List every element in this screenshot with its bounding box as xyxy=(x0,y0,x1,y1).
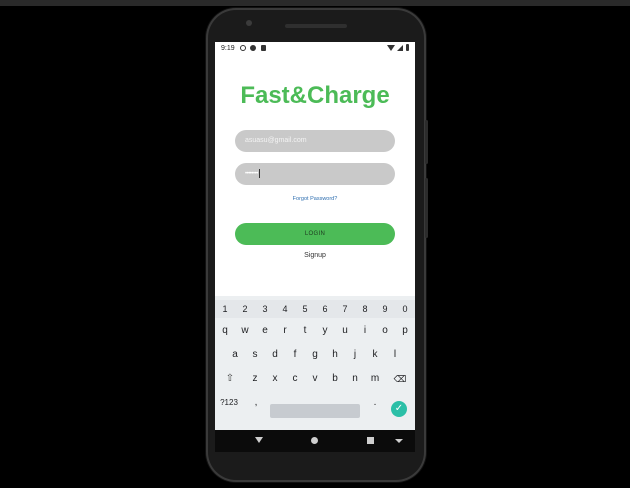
front-camera xyxy=(246,20,252,26)
soft-keyboard: 1 2 3 4 5 6 7 8 9 0 q w e r t y u i o p … xyxy=(215,296,415,430)
signup-link[interactable]: Signup xyxy=(215,252,415,259)
key-h[interactable]: h xyxy=(326,346,344,364)
keyboard-row-2: a s d f g h j k l xyxy=(215,346,415,364)
keyboard-row-4: ?123 , . ✓ xyxy=(215,394,415,418)
wifi-icon xyxy=(387,45,395,51)
power-button xyxy=(425,120,428,164)
space-bar[interactable] xyxy=(270,404,360,418)
sd-card-status-icon xyxy=(261,45,266,51)
recents-icon[interactable] xyxy=(367,437,374,444)
status-time: 9:19 xyxy=(221,45,235,52)
key-8[interactable]: 8 xyxy=(356,300,374,318)
key-x[interactable]: x xyxy=(266,370,284,388)
key-1[interactable]: 1 xyxy=(216,300,234,318)
notification-status-icon xyxy=(250,45,256,51)
password-value: •••••••• xyxy=(245,171,258,177)
phone-screen: 9:19 Fast&Charge asuasu@gmail.com ••••••… xyxy=(215,42,415,430)
window-top-strip xyxy=(0,0,630,6)
forgot-password-link[interactable]: Forgot Password? xyxy=(215,196,415,202)
key-i[interactable]: i xyxy=(356,322,374,340)
key-r[interactable]: r xyxy=(276,322,294,340)
key-p[interactable]: p xyxy=(396,322,414,340)
key-s[interactable]: s xyxy=(246,346,264,364)
password-field[interactable]: •••••••• xyxy=(235,163,395,185)
key-b[interactable]: b xyxy=(326,370,344,388)
key-j[interactable]: j xyxy=(346,346,364,364)
status-bar: 9:19 xyxy=(215,42,415,56)
keyboard-row-3: ⇧ z x c v b n m ⌫ xyxy=(215,370,415,388)
key-u[interactable]: u xyxy=(336,322,354,340)
back-icon[interactable] xyxy=(255,437,263,443)
key-6[interactable]: 6 xyxy=(316,300,334,318)
battery-icon xyxy=(406,44,409,51)
volume-button xyxy=(425,178,428,238)
key-a[interactable]: a xyxy=(226,346,244,364)
key-9[interactable]: 9 xyxy=(376,300,394,318)
key-n[interactable]: n xyxy=(346,370,364,388)
key-5[interactable]: 5 xyxy=(296,300,314,318)
key-g[interactable]: g xyxy=(306,346,324,364)
symbols-key[interactable]: ?123 xyxy=(217,394,241,412)
email-value: asuasu@gmail.com xyxy=(245,137,307,144)
text-caret xyxy=(258,168,260,178)
settings-status-icon xyxy=(240,45,246,51)
key-0[interactable]: 0 xyxy=(396,300,414,318)
keyboard-number-row: 1 2 3 4 5 6 7 8 9 0 xyxy=(215,300,415,318)
key-4[interactable]: 4 xyxy=(276,300,294,318)
key-w[interactable]: w xyxy=(236,322,254,340)
comma-key[interactable]: , xyxy=(247,394,265,412)
key-k[interactable]: k xyxy=(366,346,384,364)
key-f[interactable]: f xyxy=(286,346,304,364)
key-2[interactable]: 2 xyxy=(236,300,254,318)
earpiece-speaker xyxy=(285,24,347,28)
keyboard-hide-icon[interactable] xyxy=(395,439,403,443)
app-title: Fast&Charge xyxy=(240,82,390,109)
backspace-key-icon[interactable]: ⌫ xyxy=(391,370,409,388)
key-7[interactable]: 7 xyxy=(336,300,354,318)
key-l[interactable]: l xyxy=(386,346,404,364)
key-t[interactable]: t xyxy=(296,322,314,340)
key-m[interactable]: m xyxy=(366,370,384,388)
key-3[interactable]: 3 xyxy=(256,300,274,318)
system-nav-bar xyxy=(215,430,415,452)
key-d[interactable]: d xyxy=(266,346,284,364)
shift-key-icon[interactable]: ⇧ xyxy=(221,370,239,388)
period-key[interactable]: . xyxy=(366,394,384,412)
key-e[interactable]: e xyxy=(256,322,274,340)
key-o[interactable]: o xyxy=(376,322,394,340)
key-z[interactable]: z xyxy=(246,370,264,388)
home-icon[interactable] xyxy=(311,437,318,444)
enter-check-icon[interactable]: ✓ xyxy=(391,401,407,417)
key-q[interactable]: q xyxy=(216,322,234,340)
login-button[interactable]: LOGIN xyxy=(235,223,395,245)
key-v[interactable]: v xyxy=(306,370,324,388)
keyboard-row-1: q w e r t y u i o p xyxy=(215,322,415,340)
key-c[interactable]: c xyxy=(286,370,304,388)
email-field[interactable]: asuasu@gmail.com xyxy=(235,130,395,152)
signal-icon xyxy=(397,45,403,51)
key-y[interactable]: y xyxy=(316,322,334,340)
